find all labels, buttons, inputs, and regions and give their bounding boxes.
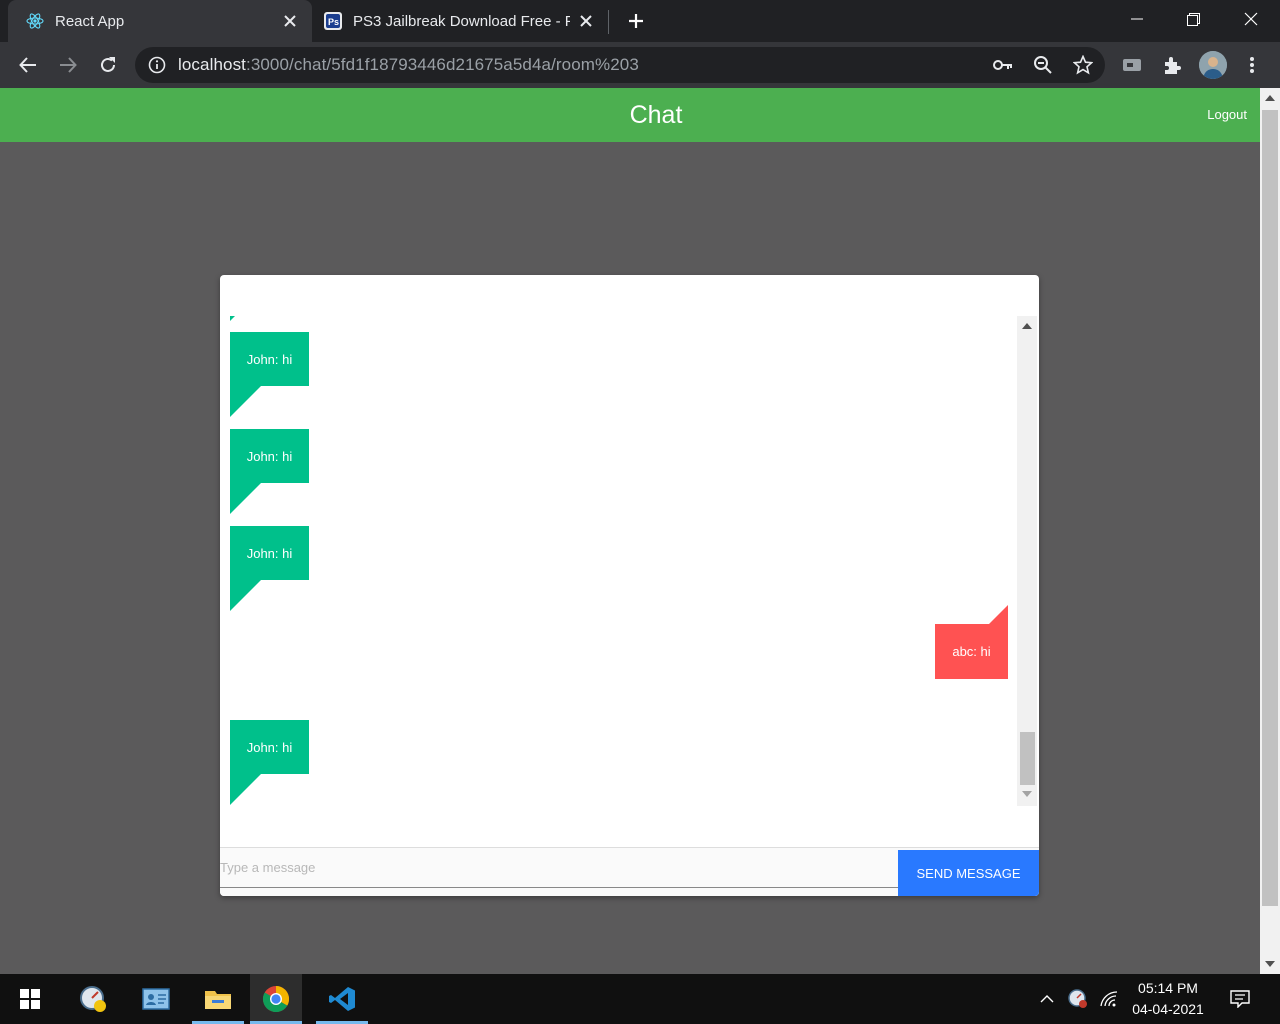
info-icon[interactable] <box>147 55 167 75</box>
send-message-button[interactable]: SEND MESSAGE <box>898 850 1039 896</box>
url-path: :3000/chat/5fd1f18793446d21675a5d4a/room… <box>246 55 639 74</box>
scroll-down-arrow-icon[interactable] <box>1017 786 1037 802</box>
scroll-down-arrow-icon[interactable] <box>1260 956 1280 972</box>
url-host: localhost <box>178 55 246 74</box>
message-list[interactable]: John: hi John: hi John: hi abc: hi John:… <box>220 316 1039 805</box>
page-viewport: Chat Logout John: hi John: hi John: hi a… <box>0 88 1260 974</box>
menu-kebab-icon[interactable] <box>1238 51 1266 79</box>
profile-avatar[interactable] <box>1199 51 1227 79</box>
message-bubble: John: hi <box>230 526 309 611</box>
message-composer: SEND MESSAGE <box>220 847 1039 896</box>
scrollbar-thumb[interactable] <box>1020 732 1035 785</box>
chevron-up-icon[interactable] <box>1035 987 1059 1011</box>
file-explorer-icon[interactable] <box>192 974 244 1024</box>
reload-button[interactable] <box>92 49 124 81</box>
browser-tabstrip: React App Ps PS3 Jailbreak Download Free… <box>0 0 1280 42</box>
svg-text:Ps: Ps <box>328 17 339 27</box>
message-text: John: hi <box>246 351 293 367</box>
scroll-up-arrow-icon[interactable] <box>1017 318 1037 334</box>
tab-title: React App <box>55 12 125 30</box>
windows-taskbar: 05:14 PM 04-04-2021 <box>0 974 1280 1024</box>
message-bubble: John: hi <box>230 429 309 514</box>
ps-favicon-icon: Ps <box>324 12 342 30</box>
tab-react-app[interactable]: React App <box>8 0 312 42</box>
url-text[interactable]: localhost:3000/chat/5fd1f18793446d21675a… <box>178 55 639 75</box>
tab-title: PS3 Jailbreak Download Free - PS <box>353 12 570 30</box>
tab-separator <box>608 10 609 34</box>
tab-ps3-jailbreak[interactable]: Ps PS3 Jailbreak Download Free - PS <box>312 0 608 42</box>
star-icon[interactable] <box>1071 53 1095 77</box>
message-text: abc: hi <box>952 644 991 659</box>
back-button[interactable] <box>12 49 44 81</box>
forward-button[interactable] <box>52 49 84 81</box>
clock-time: 05:14 PM <box>1138 980 1198 996</box>
message-bubble: John: hi <box>230 720 309 805</box>
chat-window: John: hi John: hi John: hi abc: hi John:… <box>220 275 1039 896</box>
message-list-scrollbar[interactable] <box>1017 316 1037 806</box>
notification-icon[interactable] <box>1228 987 1252 1011</box>
minimize-button[interactable] <box>1108 0 1166 38</box>
message-bubble-own: abc: hi <box>935 605 1008 679</box>
taskbar-clock[interactable]: 05:14 PM 04-04-2021 <box>1124 978 1212 1020</box>
partial-message-bubble <box>230 316 235 321</box>
message-input[interactable] <box>220 848 898 888</box>
close-icon[interactable] <box>278 9 302 33</box>
wifi-icon[interactable] <box>1097 987 1121 1011</box>
windows-start-icon[interactable] <box>4 974 56 1024</box>
extensions-puzzle-icon[interactable] <box>1158 51 1186 79</box>
close-icon[interactable] <box>574 9 598 33</box>
message-bubble: John: hi <box>230 332 309 417</box>
message-text: John: hi <box>246 545 293 561</box>
control-panel-icon[interactable] <box>67 974 119 1024</box>
close-window-button[interactable] <box>1222 0 1280 38</box>
contact-card-icon[interactable] <box>130 974 182 1024</box>
page-title: Chat <box>629 101 683 129</box>
react-icon <box>26 12 44 30</box>
chrome-icon[interactable] <box>250 974 302 1024</box>
cast-extension-icon[interactable] <box>1118 51 1146 79</box>
restore-button[interactable] <box>1164 0 1222 38</box>
browser-toolbar: localhost:3000/chat/5fd1f18793446d21675a… <box>0 42 1280 88</box>
app-header: Chat Logout <box>0 88 1260 142</box>
key-icon[interactable] <box>991 53 1015 77</box>
clock-date: 04-04-2021 <box>1132 1001 1204 1017</box>
address-bar[interactable]: localhost:3000/chat/5fd1f18793446d21675a… <box>135 47 1105 83</box>
tray-app-icon[interactable] <box>1066 987 1090 1011</box>
new-tab-button[interactable] <box>622 8 650 34</box>
scroll-up-arrow-icon[interactable] <box>1260 90 1280 106</box>
message-text: John: hi <box>246 739 293 755</box>
vscode-icon[interactable] <box>316 974 368 1024</box>
message-text: John: hi <box>246 448 293 464</box>
zoom-out-icon[interactable] <box>1031 53 1055 77</box>
scrollbar-thumb[interactable] <box>1262 110 1278 906</box>
page-scrollbar[interactable] <box>1260 88 1280 974</box>
logout-link[interactable]: Logout <box>1207 107 1247 122</box>
